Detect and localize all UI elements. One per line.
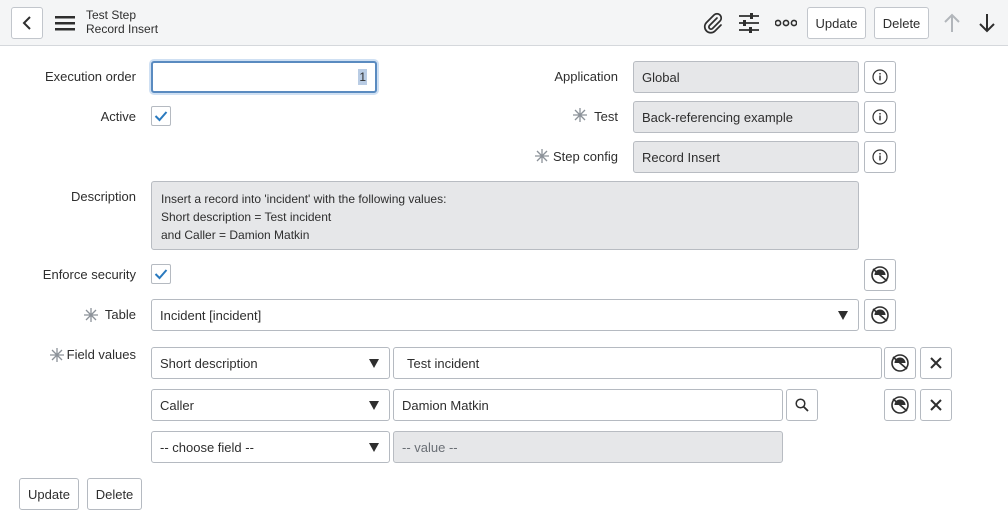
test-field: Back-referencing example	[633, 101, 859, 133]
description-line: Insert a record into 'incident' with the…	[161, 192, 447, 206]
info-icon	[872, 109, 888, 125]
info-icon	[872, 69, 888, 85]
field-values-label: Field values	[66, 347, 136, 362]
field-value-input: -- value --	[393, 431, 783, 463]
field-value-text: Damion Matkin	[402, 397, 489, 413]
execution-order-label: Execution order	[44, 69, 136, 84]
enforce-security-label: Enforce security	[42, 267, 136, 282]
active-label: Active	[100, 109, 136, 124]
application-field: Global	[633, 61, 859, 93]
test-required-icon	[573, 108, 587, 125]
checkmark-icon	[154, 111, 168, 122]
enforce-security-pill-button[interactable]	[864, 259, 896, 291]
description-line: Short description = Test incident	[161, 210, 332, 224]
field-name-value: -- choose field --	[160, 439, 254, 455]
table-select[interactable]: Incident [incident]	[151, 299, 859, 331]
step-config-info-button[interactable]	[864, 141, 896, 173]
next-record-button[interactable]	[976, 11, 998, 35]
footer-delete-button[interactable]: Delete	[87, 478, 142, 510]
field-value-placeholder: -- value --	[402, 439, 458, 455]
field-value-pill-button[interactable]	[884, 389, 916, 421]
dropdown-caret-icon	[838, 311, 848, 320]
field-name-value: Short description	[160, 355, 258, 371]
sliders-icon	[739, 13, 759, 33]
hamburger-icon	[55, 16, 75, 31]
dropdown-caret-icon	[369, 359, 379, 368]
field-name-select[interactable]: Short description	[151, 347, 390, 379]
info-icon	[872, 149, 888, 165]
form-header: Test Step Record Insert Update Delete	[0, 0, 1008, 46]
close-icon	[930, 357, 942, 369]
execution-order-input[interactable]: 1	[151, 61, 377, 93]
personalize-form-button[interactable]	[737, 11, 761, 35]
remove-field-button[interactable]	[920, 347, 952, 379]
close-icon	[930, 399, 942, 411]
field-value-input[interactable]: Test incident	[393, 347, 882, 379]
record-name-title: Record Insert	[86, 22, 159, 36]
field-value-text: Test incident	[407, 355, 480, 371]
description-textarea: Insert a record into 'incident' with the…	[151, 181, 859, 250]
application-value: Global	[642, 69, 680, 85]
dropdown-caret-icon	[369, 401, 379, 410]
step-config-label: Step config	[552, 149, 618, 164]
lookup-button[interactable]	[786, 389, 818, 421]
field-name-select[interactable]: -- choose field --	[151, 431, 390, 463]
application-info-button[interactable]	[864, 61, 896, 93]
more-options-button[interactable]	[774, 13, 798, 33]
enforce-security-checkbox[interactable]	[151, 264, 171, 284]
remove-field-button[interactable]	[920, 389, 952, 421]
search-icon	[795, 398, 809, 412]
header-delete-button[interactable]: Delete	[874, 7, 929, 39]
dropdown-caret-icon	[369, 443, 379, 452]
step-config-value: Record Insert	[642, 149, 721, 165]
test-value: Back-referencing example	[642, 109, 794, 125]
execution-order-value: 1	[358, 69, 367, 85]
field-values-required-icon	[50, 348, 64, 365]
test-label: Test	[594, 109, 618, 124]
ellipsis-icon	[775, 19, 797, 27]
menu-button[interactable]	[54, 13, 76, 33]
record-type-title: Test Step	[86, 8, 137, 22]
field-name-select[interactable]: Caller	[151, 389, 390, 421]
table-label: Table	[104, 307, 136, 322]
table-value: Incident [incident]	[160, 307, 262, 323]
step-config-required-icon	[535, 149, 549, 166]
table-required-icon	[84, 308, 98, 325]
field-name-value: Caller	[160, 397, 194, 413]
description-label: Description	[70, 189, 136, 204]
arrow-down-icon	[979, 14, 995, 33]
paperclip-icon	[703, 12, 723, 34]
data-pill-icon	[891, 354, 909, 372]
previous-record-button[interactable]	[941, 11, 963, 35]
table-pill-button[interactable]	[864, 299, 896, 331]
chevron-left-icon	[22, 16, 31, 30]
back-button[interactable]	[11, 7, 43, 39]
footer-update-button[interactable]: Update	[19, 478, 79, 510]
field-value-pill-button[interactable]	[884, 347, 916, 379]
description-line: and Caller = Damion Matkin	[161, 228, 310, 242]
application-label: Application	[554, 69, 618, 84]
arrow-up-icon	[944, 13, 960, 32]
test-info-button[interactable]	[864, 101, 896, 133]
active-checkbox[interactable]	[151, 106, 171, 126]
data-pill-icon	[891, 396, 909, 414]
data-pill-icon	[871, 306, 889, 324]
step-config-field: Record Insert	[633, 141, 859, 173]
checkmark-icon	[154, 269, 168, 280]
data-pill-icon	[871, 266, 889, 284]
field-value-input[interactable]: Damion Matkin	[393, 389, 783, 421]
header-update-button[interactable]: Update	[807, 7, 866, 39]
attachment-button[interactable]	[701, 11, 725, 35]
